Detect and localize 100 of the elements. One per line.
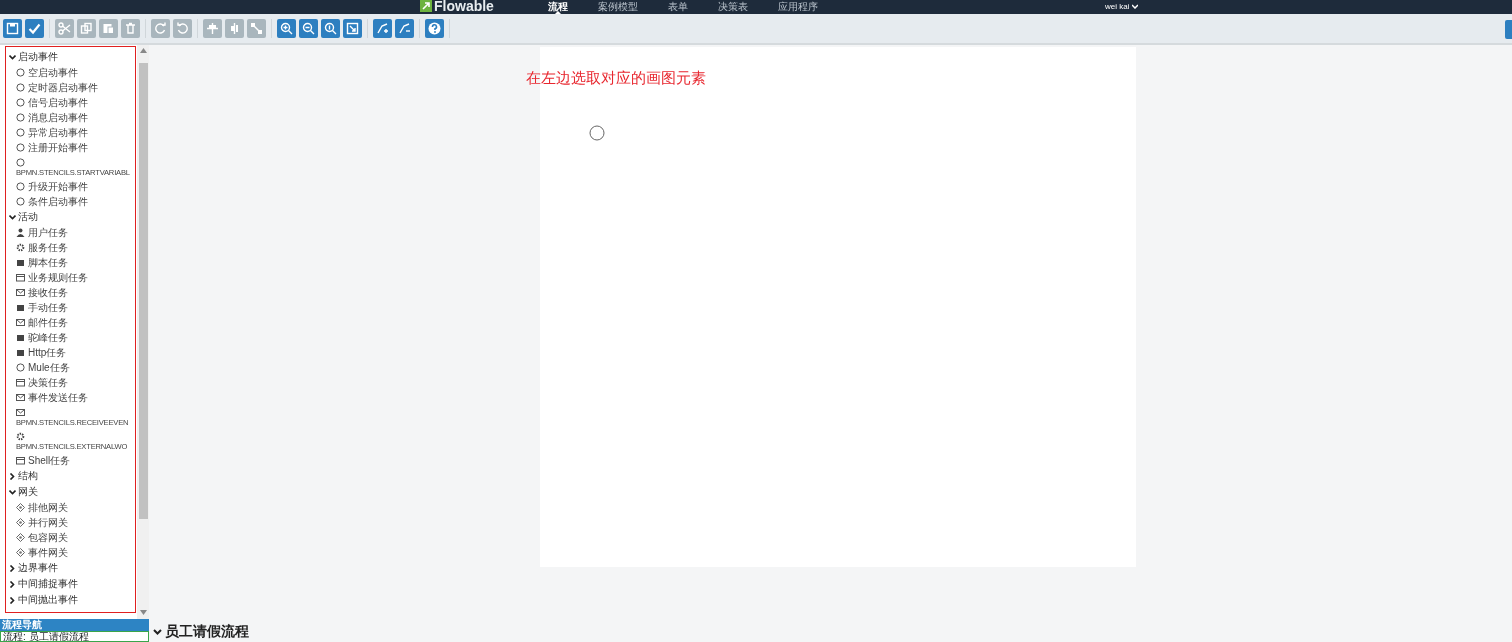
nav-tab[interactable]: 案例模型 [590,0,646,14]
paste-icon [102,22,115,35]
zoom-out-button[interactable] [299,19,318,38]
palette-item[interactable]: 脚本任务 [9,255,133,270]
table-icon [16,378,25,387]
palette-group[interactable]: 中间捕捉事件 [9,576,78,592]
palette-item[interactable]: 决策任务 [9,375,133,390]
save-icon [6,22,19,35]
palette-group[interactable]: 活动 [9,209,38,225]
circle-icon [16,98,25,107]
zoom-in-button[interactable] [277,19,296,38]
help-button[interactable] [425,19,444,38]
start-event-icon[interactable] [589,125,605,141]
nav-tab[interactable]: 决策表 [710,0,756,14]
palette-item[interactable]: 业务规则任务 [9,270,133,285]
palette-item[interactable]: 事件网关 [9,545,133,560]
circle-icon [16,68,25,77]
align-horizontal-icon [206,22,219,35]
save-button[interactable] [3,19,22,38]
same-size-icon [250,22,263,35]
trash-icon [124,22,137,35]
remove-bendpoint-icon [398,22,411,35]
diamond-icon [16,503,25,512]
gear-icon [16,431,25,441]
check-button[interactable] [25,19,44,38]
palette-item[interactable]: 服务任务 [9,240,133,255]
palette-group[interactable]: 边界事件 [9,560,58,576]
circle-icon [16,128,25,137]
palette-group[interactable]: 结构 [9,468,38,484]
fit-screen-icon [346,22,359,35]
add-bendpoint-button[interactable] [373,19,392,38]
user-menu[interactable]: wei kai [1105,0,1138,14]
circle-icon [16,363,25,372]
palette-item[interactable]: 升级开始事件 [9,179,133,194]
palette-item[interactable]: 消息启动事件 [9,110,133,125]
circle-icon [16,83,25,92]
nav-tab[interactable]: 应用程序 [770,0,826,14]
palette-item[interactable]: 定时器启动事件 [9,80,133,95]
zoom-actual-icon [324,22,337,35]
task-icon [16,258,25,267]
palette-item[interactable]: 邮件任务 [9,315,133,330]
zoom-out-icon [302,22,315,35]
palette-item[interactable]: Shell任务 [9,453,133,468]
zoom-actual-button[interactable] [321,19,340,38]
palette-item[interactable]: 包容网关 [9,530,133,545]
align-vertical-icon [228,22,241,35]
zoom-in-icon [280,22,293,35]
caret-icon [1131,4,1138,10]
palette-item[interactable]: 手动任务 [9,300,133,315]
table-icon [16,456,25,465]
scissors-icon [58,22,71,35]
palette-item[interactable]: 排他网关 [9,500,133,515]
palette-group[interactable]: 启动事件 [9,49,58,65]
table-icon [16,273,25,282]
scroll-down-icon[interactable] [139,610,147,615]
envelope-icon [16,393,25,402]
scroll-up-icon[interactable] [139,48,147,53]
navigator-panel: 流程: 员工请假流程 [0,631,149,642]
palette-group[interactable]: 网关 [9,484,38,500]
nav-tab[interactable]: 表单 [660,0,696,14]
remove-bendpoint-button[interactable] [395,19,414,38]
palette-item[interactable]: 驼峰任务 [9,330,133,345]
palette-item[interactable]: 异常启动事件 [9,125,133,140]
check-icon [28,22,41,35]
diamond-icon [16,548,25,557]
chevron-down-icon [9,488,16,496]
task-icon [16,303,25,312]
navigator-header: 流程导航 [0,619,149,631]
palette-item[interactable]: 事件发送任务 [9,390,133,405]
logo-icon [420,0,432,12]
add-bendpoint-icon [376,22,389,35]
palette-item[interactable]: 条件启动事件 [9,194,133,209]
circle-icon [16,143,25,152]
palette-item[interactable]: Mule任务 [9,360,133,375]
logo-text: Flowable [434,0,494,14]
chevron-down-icon[interactable] [153,628,162,635]
chevron-right-icon [9,472,16,480]
chevron-down-icon [9,213,16,221]
envelope-icon [16,318,25,327]
palette-group[interactable]: 中间抛出事件 [9,592,78,608]
undo-icon [176,22,189,35]
diamond-icon [16,533,25,542]
palette-item[interactable]: 空启动事件 [9,65,133,80]
circle-icon [16,197,25,206]
help-icon [428,22,441,35]
chevron-down-icon [9,53,16,61]
palette-item[interactable]: 注册开始事件 [9,140,133,155]
envelope-icon [16,288,25,297]
palette-item[interactable]: 接收任务 [9,285,133,300]
circle-icon [16,182,25,191]
palette-item[interactable]: 并行网关 [9,515,133,530]
envelope-icon [16,407,25,417]
palette-item[interactable]: 信号启动事件 [9,95,133,110]
fit-screen-button[interactable] [343,19,362,38]
palette-item[interactable]: 用户任务 [9,225,133,240]
scrollbar-thumb[interactable] [138,63,148,519]
diamond-icon [16,518,25,527]
palette-item[interactable]: Http任务 [9,345,133,360]
process-title: 员工请假流程 [165,622,249,641]
gear-icon [16,243,25,252]
